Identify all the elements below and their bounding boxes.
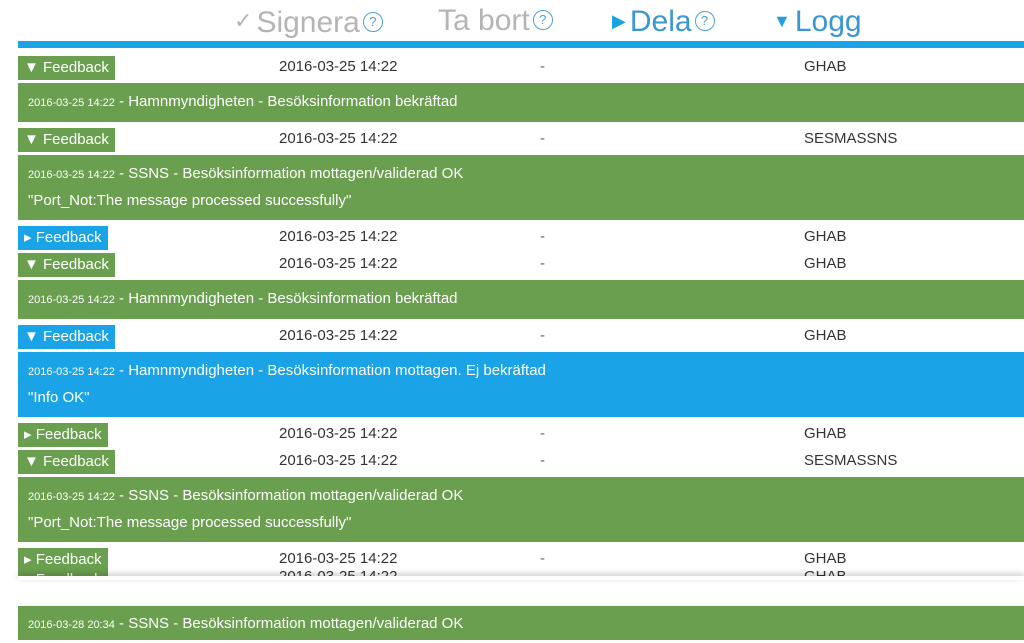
log-org: GHAB — [804, 550, 847, 567]
feedback-toggle-button[interactable]: ▼ Feedback — [18, 253, 115, 277]
feedback-detail: 2016-03-28 20:34 - SSNS - Besöksinformat… — [18, 606, 1024, 640]
log-dash: - — [540, 228, 545, 245]
feedback-response: "Port_Not:The message processed successf… — [28, 192, 352, 209]
feedback-message: - SSNS - Besöksinformation mottagen/vali… — [114, 487, 464, 504]
feedback-toggle-button[interactable]: ▸ Feedback — [18, 423, 108, 447]
feedback-detail-line: 2016-03-25 14:22 - Hamnmyndigheten - Bes… — [28, 89, 1014, 116]
log-org: SESMASSNS — [804, 452, 898, 469]
feedback-detail-line: 2016-03-25 14:22 - SSNS - Besöksinformat… — [28, 483, 1014, 510]
feedback-detail-line: 2016-03-25 14:22 - Hamnmyndigheten - Bes… — [28, 286, 1014, 313]
feedback-detail-line: 2016-03-25 14:22 - Hamnmyndigheten - Bes… — [28, 358, 1014, 385]
log-dash: - — [540, 130, 545, 147]
log-row: ▼ Feedback 2016-03-25 14:22 - GHAB — [18, 251, 1024, 278]
log-date: 2016-03-25 14:22 — [279, 255, 398, 272]
feedback-detail: 2016-03-25 14:22 - Hamnmyndigheten - Bes… — [18, 352, 1024, 417]
feedback-response: "Port_Not:The message processed successf… — [28, 514, 352, 531]
tab-signera[interactable]: ✓ Signera? — [234, 3, 383, 41]
log-dash: - — [540, 452, 545, 469]
log-dash: - — [540, 255, 545, 272]
log-row: ▼ Feedback 2016-03-25 14:22 - SESMASSNS — [18, 448, 1024, 475]
feedback-message: - SSNS - Besöksinformation mottagen/vali… — [114, 165, 464, 182]
log-org: GHAB — [804, 425, 847, 442]
feedback-detail: 2016-03-25 14:22 - Hamnmyndigheten - Bes… — [18, 280, 1024, 319]
log-org: GHAB — [804, 58, 847, 75]
scroll-shadow — [18, 576, 1024, 580]
log-date: 2016-03-25 14:22 — [279, 452, 398, 469]
feedback-detail-line: 2016-03-25 14:22 - SSNS - Besöksinformat… — [28, 161, 1014, 188]
log-org: GHAB — [804, 327, 847, 344]
tab-ta-bort-label: Ta bort — [438, 4, 530, 37]
log-list: ▼ Feedback 2016-03-25 14:22 - GHAB 2016-03-2… — [18, 54, 1024, 573]
log-row: ▸ Feedback 2016-03-25 14:22 - GHAB — [18, 224, 1024, 251]
feedback-timestamp: 2016-03-25 14:22 — [28, 366, 115, 378]
caret-right-icon: ▶ — [612, 11, 626, 31]
feedback-toggle-button[interactable]: ▸ Feedback — [18, 226, 108, 250]
log-date: 2016-03-25 14:22 — [279, 130, 398, 147]
feedback-timestamp: 2016-03-25 14:22 — [28, 97, 115, 109]
feedback-detail: 2016-03-25 14:22 - SSNS - Besöksinformat… — [18, 477, 1024, 542]
help-icon[interactable]: ? — [532, 10, 553, 30]
log-dash: - — [540, 58, 545, 75]
log-dash: - — [540, 327, 545, 344]
log-date: 2016-03-25 14:22 — [279, 425, 398, 442]
feedback-message: - Hamnmyndigheten - Besöksinformation be… — [114, 93, 458, 110]
feedback-response: "Info OK" — [28, 389, 90, 406]
feedback-message: - Hamnmyndigheten - Besöksinformation be… — [114, 290, 458, 307]
feedback-detail-line: 2016-03-28 20:34 - SSNS - Besöksinformat… — [18, 606, 1024, 643]
tab-ta-bort[interactable]: Ta bort? — [438, 3, 553, 39]
help-icon[interactable]: ? — [362, 12, 383, 32]
log-date: 2016-03-25 14:22 — [279, 58, 398, 75]
tab-dela-label: Dela — [629, 5, 692, 38]
feedback-toggle-button[interactable]: ▼ Feedback — [18, 128, 115, 152]
tab-signera-label: Signera — [256, 6, 360, 39]
feedback-message: - Hamnmyndigheten - Besöksinformation mo… — [114, 362, 546, 379]
feedback-message: - SSNS - Besöksinformation mottagen/vali… — [114, 615, 464, 632]
tab-underline — [18, 41, 1024, 48]
tab-logg-label: Logg — [794, 5, 862, 38]
log-row: ▼ Feedback 2016-03-25 14:22 - GHAB — [18, 54, 1024, 81]
feedback-toggle-button[interactable]: ▼ Feedback — [18, 56, 115, 80]
feedback-timestamp: 2016-03-25 14:22 — [28, 491, 115, 503]
log-org: SESMASSNS — [804, 130, 898, 147]
feedback-toggle-button[interactable]: ▼ Feedback — [18, 325, 115, 349]
log-date: 2016-03-25 14:22 — [279, 327, 398, 344]
feedback-timestamp: 2016-03-25 14:22 — [28, 294, 115, 306]
feedback-detail: 2016-03-25 14:22 - SSNS - Besöksinformat… — [18, 155, 1024, 220]
log-dash: - — [540, 550, 545, 567]
log-date: 2016-03-25 14:22 — [279, 550, 398, 567]
action-tabs: ✓ Signera? Ta bort? ▶ Dela? ▼ Logg — [0, 0, 1024, 42]
log-dash: - — [540, 425, 545, 442]
log-row: ▼ Feedback 2016-03-25 14:22 - GHAB — [18, 323, 1024, 350]
log-org: GHAB — [804, 255, 847, 272]
feedback-toggle-button[interactable]: ▼ Feedback — [18, 450, 115, 474]
feedback-detail: 2016-03-25 14:22 - Hamnmyndigheten - Bes… — [18, 83, 1024, 122]
feedback-timestamp: 2016-03-25 14:22 — [28, 169, 115, 181]
feedback-timestamp: 2016-03-28 20:34 — [28, 619, 115, 631]
log-date: 2016-03-25 14:22 — [279, 228, 398, 245]
log-org: GHAB — [804, 228, 847, 245]
log-row: ▸ Feedback 2016-03-25 14:22 - GHAB — [18, 421, 1024, 448]
tab-dela[interactable]: ▶ Dela? — [612, 3, 715, 40]
help-icon[interactable]: ? — [694, 11, 715, 31]
caret-down-icon: ▼ — [773, 11, 791, 31]
log-row: ▼ Feedback 2016-03-25 14:22 - SESMASSNS — [18, 126, 1024, 153]
tab-logg[interactable]: ▼ Logg — [773, 3, 862, 40]
checkmark-icon: ✓ — [234, 8, 253, 33]
